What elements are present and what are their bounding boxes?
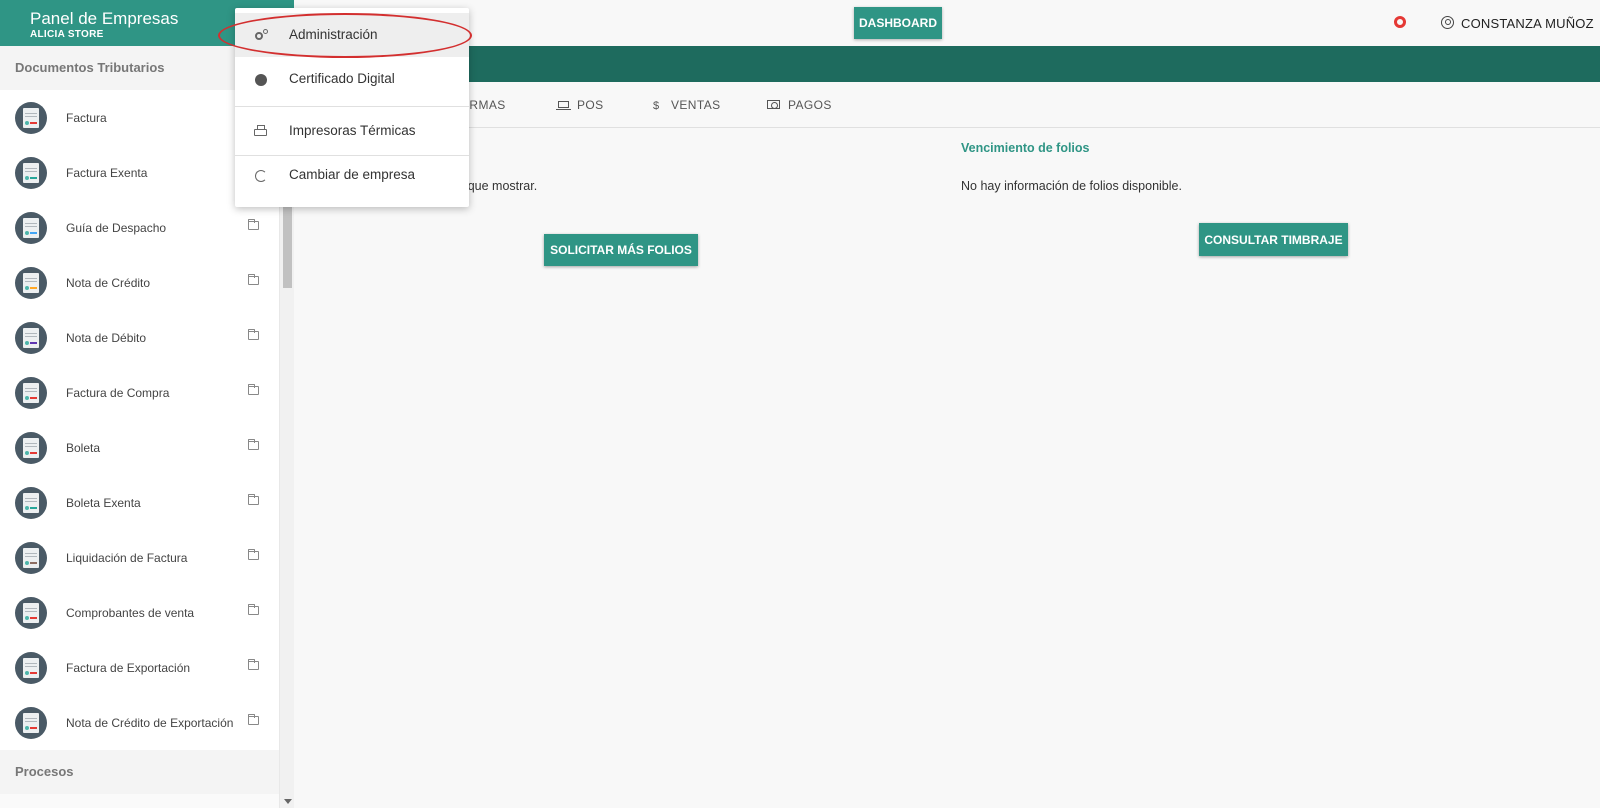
folder-icon[interactable] — [248, 549, 259, 560]
folios-info-text: No hay información de folios disponible. — [961, 179, 1182, 193]
header-band — [294, 46, 1600, 82]
sidebar-item-document[interactable]: Liquidación de Factura — [0, 530, 279, 585]
sidebar-item-document[interactable]: Comprobantes de venta — [0, 585, 279, 640]
help-lifebuoy-icon[interactable] — [1394, 16, 1406, 28]
tab-pos[interactable]: POS — [577, 98, 604, 112]
tab-pagos[interactable]: PAGOS — [788, 98, 832, 112]
document-icon — [15, 596, 47, 629]
folder-icon[interactable] — [248, 219, 259, 230]
settings-dropdown-menu: Administración Certificado Digital Impre… — [235, 8, 469, 207]
folder-icon[interactable] — [248, 329, 259, 340]
cash-icon — [767, 100, 780, 109]
sidebar-item-document[interactable]: Factura de Exportación — [0, 640, 279, 695]
gears-icon — [254, 29, 268, 43]
folder-icon[interactable] — [248, 274, 259, 285]
refresh-icon — [254, 169, 268, 183]
menu-item-label: Certificado Digital — [289, 71, 395, 86]
document-icon — [15, 651, 47, 684]
sidebar-item-label: Nota de Crédito de Exportación — [66, 715, 234, 730]
printer-icon — [254, 125, 268, 139]
dollar-icon: $ — [653, 100, 660, 112]
sidebar-item-label: Boleta — [66, 440, 101, 455]
sidebar-item-label: Guía de Despacho — [66, 220, 167, 235]
menu-divider — [235, 106, 469, 107]
menu-item-impresoras[interactable]: Impresoras Térmicas — [235, 109, 469, 153]
folder-icon[interactable] — [248, 439, 259, 450]
laptop-icon — [556, 101, 571, 110]
menu-item-certificado[interactable]: Certificado Digital — [235, 57, 469, 101]
document-icon — [15, 211, 47, 244]
topbar: DASHBOARD CONSTANZA MUÑOZ — [294, 0, 1600, 46]
empty-message: s que mostrar. — [458, 179, 538, 193]
sidebar-item-document[interactable]: Factura de Compra — [0, 365, 279, 420]
document-icon — [15, 486, 47, 519]
sidebar-item-document[interactable]: Nota de Crédito de Exportación — [0, 695, 279, 750]
dashboard-button[interactable]: DASHBOARD — [854, 7, 942, 39]
solicitar-folios-button[interactable]: SOLICITAR MÁS FOLIOS — [544, 234, 698, 266]
folder-icon[interactable] — [248, 604, 259, 615]
menu-item-administracion[interactable]: Administración — [235, 13, 469, 57]
document-icon — [15, 706, 47, 739]
sidebar-item-label: Factura de Compra — [66, 385, 170, 400]
user-account-icon[interactable] — [1441, 16, 1454, 29]
document-icon — [15, 321, 47, 354]
sidebar-item-label: Boleta Exenta — [66, 495, 141, 510]
sidebar-item-label: Comprobantes de venta — [66, 605, 195, 620]
menu-item-label: Administración — [289, 27, 378, 42]
certificate-badge-icon — [254, 73, 268, 87]
menu-item-label: Cambiar de empresa — [289, 167, 416, 182]
section-title-processes[interactable]: Procesos — [0, 750, 279, 794]
user-name[interactable]: CONSTANZA MUÑOZ — [1461, 16, 1594, 31]
document-icon — [15, 376, 47, 409]
folder-icon[interactable] — [248, 384, 259, 395]
tab-ventas[interactable]: VENTAS — [671, 98, 721, 112]
menu-item-label: Impresoras Térmicas — [289, 123, 416, 138]
sidebar-item-document[interactable]: Guía de Despacho — [0, 200, 279, 255]
document-icon — [15, 266, 47, 299]
sidebar-item-label: Factura — [66, 110, 107, 125]
folder-icon[interactable] — [248, 714, 259, 725]
consultar-timbraje-button[interactable]: CONSULTAR TIMBRAJE — [1199, 223, 1348, 256]
sidebar-item-label: Factura de Exportación — [66, 660, 191, 675]
sidebar-item-document[interactable]: Nota de Crédito — [0, 255, 279, 310]
scroll-down-arrow-icon[interactable] — [284, 799, 292, 804]
document-icon — [15, 156, 47, 189]
document-icon — [15, 541, 47, 574]
sidebar-item-document[interactable]: Boleta Exenta — [0, 475, 279, 530]
sidebar-item-label: Factura Exenta — [66, 165, 148, 180]
folder-icon[interactable] — [248, 494, 259, 505]
sidebar-item-document[interactable]: Nota de Débito — [0, 310, 279, 365]
folder-icon[interactable] — [248, 659, 259, 670]
sidebar-item-document[interactable]: Boleta — [0, 420, 279, 475]
sidebar-item-label: Nota de Débito — [66, 330, 147, 345]
document-icon — [15, 101, 47, 134]
folios-expiration-title: Vencimiento de folios — [961, 141, 1090, 155]
menu-item-cambiar-empresa[interactable]: Cambiar de empresa — [235, 153, 469, 197]
sidebar-item-label: Nota de Crédito — [66, 275, 151, 290]
tab-bar: ERMAS POS $ VENTAS PAGOS — [294, 82, 1600, 128]
document-icon — [15, 431, 47, 464]
scrollbar-thumb[interactable] — [283, 206, 292, 288]
sidebar-item-label: Liquidación de Factura — [66, 550, 188, 565]
